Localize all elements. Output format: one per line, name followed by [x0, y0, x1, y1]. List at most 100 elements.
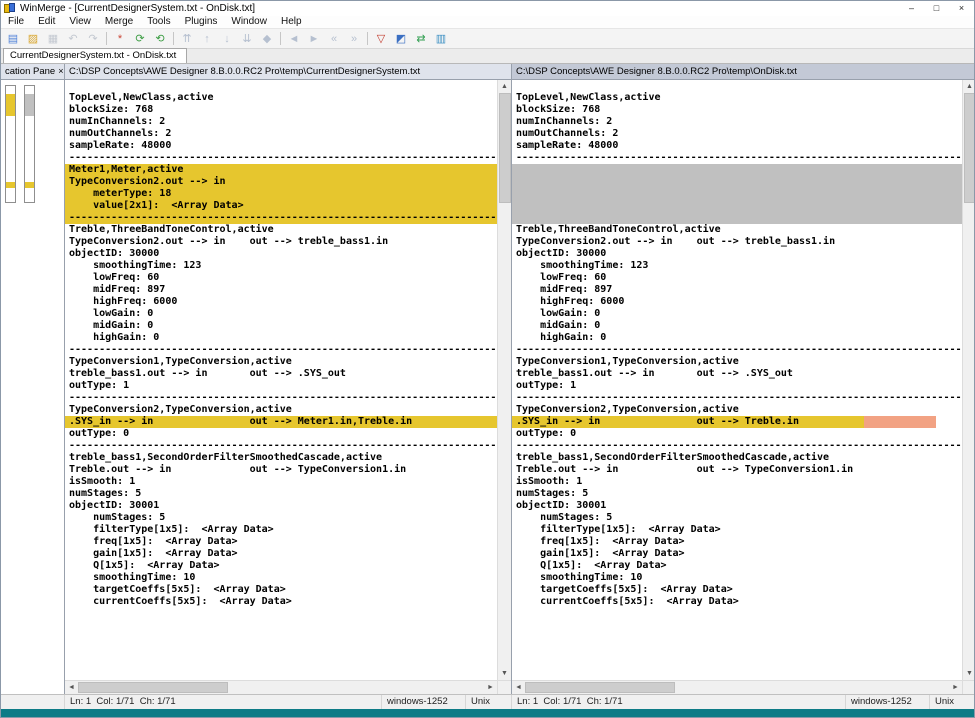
right-vertical-scrollbar[interactable]: ▲ ▼ [962, 80, 974, 680]
code-line: isSmooth: 1 [65, 476, 497, 488]
code-line: numStages: 5 [65, 488, 497, 500]
plugins-button[interactable]: ◩ [391, 30, 411, 48]
code-line: treble_bass1.out --> in out --> .SYS_out [65, 368, 497, 380]
scroll-right-icon[interactable]: ► [484, 684, 497, 691]
copy-right-button[interactable]: ► [304, 30, 324, 48]
menu-bar: FileEditViewMergeToolsPluginsWindowHelp [1, 16, 974, 29]
menu-help[interactable]: Help [274, 16, 309, 28]
status-location-segment [1, 695, 65, 709]
right-horizontal-scrollbar[interactable]: ◄ ► [512, 681, 962, 694]
tab-compare-files[interactable]: CurrentDesignerSystem.txt - OnDisk.txt [3, 48, 187, 63]
save-button[interactable]: ▦ [43, 30, 63, 48]
code-line: outType: 1 [512, 380, 962, 392]
redo-button[interactable]: ↷ [83, 30, 103, 48]
right-encoding: windows-1252 [846, 695, 930, 709]
code-line: objectID: 30001 [512, 500, 962, 512]
right-file-path-header[interactable]: C:\DSP Concepts\AWE Designer 8.B.0.0.RC2… [512, 64, 974, 80]
code-line: TopLevel,NewClass,active [512, 92, 962, 104]
swap-panes-button[interactable]: ⇄ [411, 30, 431, 48]
prev-diff-button[interactable]: ↑ [197, 30, 217, 48]
code-line: numOutChannels: 2 [512, 128, 962, 140]
menu-tools[interactable]: Tools [140, 16, 177, 28]
left-editor[interactable]: TopLevel,NewClass,activeblockSize: 768nu… [65, 80, 497, 680]
location-pane: cation Pane × [1, 64, 65, 694]
code-line: numInChannels: 2 [512, 116, 962, 128]
menu-view[interactable]: View [62, 16, 98, 28]
code-line: lowGain: 0 [65, 308, 497, 320]
scroll-left-icon[interactable]: ◄ [512, 684, 525, 691]
main-area: cation Pane × C:\DSP Concepts\AWE Design… [1, 64, 974, 694]
location-pane-title: cation Pane [5, 64, 55, 79]
location-map[interactable] [1, 80, 64, 694]
code-line: freq[1x5]: <Array Data> [512, 536, 962, 548]
scroll-up-icon[interactable]: ▲ [963, 80, 974, 93]
last-diff-button[interactable]: ⇊ [237, 30, 257, 48]
code-line: .SYS_in --> in out --> Treble.in [512, 416, 962, 428]
code-line: smoothingTime: 10 [65, 572, 497, 584]
code-line: lowGain: 0 [512, 308, 962, 320]
menu-file[interactable]: File [1, 16, 31, 28]
scrollbar-corner [962, 681, 974, 694]
horizontal-scroll-thumb[interactable] [525, 682, 675, 693]
diff-gap-line [512, 212, 962, 224]
first-diff-button[interactable]: ⇈ [177, 30, 197, 48]
copy-left-button[interactable]: ◄ [284, 30, 304, 48]
code-line: blockSize: 768 [65, 104, 497, 116]
code-line: Treble.out --> in out --> TypeConversion… [512, 464, 962, 476]
options-button[interactable]: * [110, 30, 130, 48]
undo-button[interactable]: ↶ [63, 30, 83, 48]
scroll-up-icon[interactable]: ▲ [498, 80, 511, 93]
refresh-button[interactable]: ⟳ [130, 30, 150, 48]
left-file-map[interactable] [5, 85, 16, 203]
copy-all-right-button[interactable]: » [344, 30, 364, 48]
toolbar-separator [367, 32, 368, 45]
left-cursor-position: Ln: 1 Col: 1/71 Ch: 1/71 [65, 695, 382, 709]
code-line: currentCoeffs[5x5]: <Array Data> [65, 596, 497, 608]
code-line: blockSize: 768 [512, 104, 962, 116]
vertical-scroll-thumb[interactable] [964, 93, 974, 203]
right-cursor-position: Ln: 1 Col: 1/71 Ch: 1/71 [512, 695, 846, 709]
vertical-scroll-thumb[interactable] [499, 93, 511, 203]
menu-merge[interactable]: Merge [98, 16, 140, 28]
diff-gap-line [512, 188, 962, 200]
code-line: Treble,ThreeBandToneControl,active [512, 224, 962, 236]
code-line: .SYS_in --> in out --> Meter1.in,Treble.… [65, 416, 497, 428]
left-vertical-scrollbar[interactable]: ▲ ▼ [497, 80, 511, 680]
right-file-map[interactable] [24, 85, 35, 203]
menu-edit[interactable]: Edit [31, 16, 62, 28]
scroll-left-icon[interactable]: ◄ [65, 684, 78, 691]
scroll-down-icon[interactable]: ▼ [498, 667, 511, 680]
separator-line: ----------------------------------------… [512, 344, 962, 356]
horizontal-scroll-thumb[interactable] [78, 682, 228, 693]
map-segment-plain [25, 86, 34, 94]
current-diff-button[interactable]: ◆ [257, 30, 277, 48]
code-line: filterType[1x5]: <Array Data> [512, 524, 962, 536]
left-horizontal-scrollbar[interactable]: ◄ ► [65, 681, 497, 694]
rescan-button[interactable]: ⟲ [150, 30, 170, 48]
scroll-right-icon[interactable]: ► [949, 684, 962, 691]
status-bar: Ln: 1 Col: 1/71 Ch: 1/71 windows-1252 Un… [1, 694, 974, 709]
new-button[interactable]: ▤ [3, 30, 23, 48]
code-line: lowFreq: 60 [512, 272, 962, 284]
code-line: numInChannels: 2 [65, 116, 497, 128]
code-line: highFreq: 6000 [65, 296, 497, 308]
maximize-button[interactable]: □ [924, 2, 949, 16]
next-diff-button[interactable]: ↓ [217, 30, 237, 48]
copy-all-left-button[interactable]: « [324, 30, 344, 48]
menu-window[interactable]: Window [224, 16, 274, 28]
minimize-button[interactable]: – [899, 2, 924, 16]
location-pane-close-icon[interactable]: × [55, 64, 63, 79]
generate-report-button[interactable]: ▥ [431, 30, 451, 48]
file-filters-button[interactable]: ▽ [371, 30, 391, 48]
left-file-path-header[interactable]: C:\DSP Concepts\AWE Designer 8.B.0.0.RC2… [65, 64, 511, 80]
scroll-down-icon[interactable]: ▼ [963, 667, 974, 680]
right-editor[interactable]: TopLevel,NewClass,activeblockSize: 768nu… [512, 80, 962, 680]
menu-plugins[interactable]: Plugins [178, 16, 225, 28]
map-segment-plain [25, 116, 34, 182]
code-line: highGain: 0 [65, 332, 497, 344]
open-button[interactable]: ▨ [23, 30, 43, 48]
close-button[interactable]: × [949, 2, 974, 16]
map-segment-plain [6, 188, 15, 202]
code-line: targetCoeffs[5x5]: <Array Data> [65, 584, 497, 596]
code-line: highFreq: 6000 [512, 296, 962, 308]
